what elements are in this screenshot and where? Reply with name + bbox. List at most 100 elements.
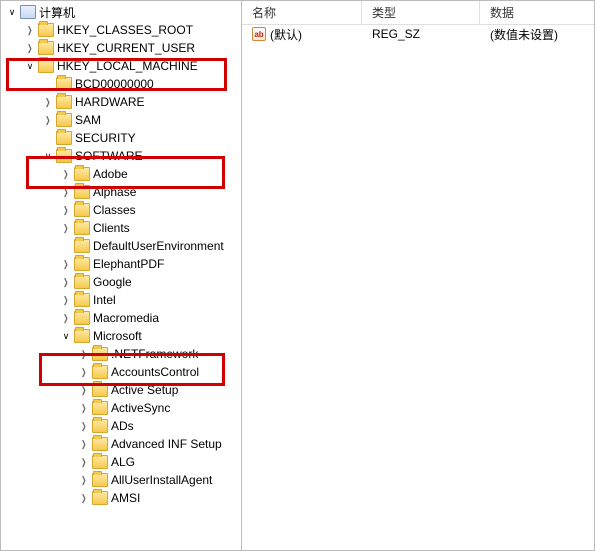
tree-label: Microsoft bbox=[93, 329, 142, 343]
folder-icon bbox=[92, 455, 108, 469]
chevron-right-icon[interactable] bbox=[77, 385, 91, 396]
header-type[interactable]: 类型 bbox=[362, 1, 480, 24]
tree-node-actsync[interactable]: ActiveSync bbox=[1, 399, 241, 417]
tree-node-alphase[interactable]: Alphase bbox=[1, 183, 241, 201]
chevron-down-icon[interactable] bbox=[23, 61, 37, 72]
tree-node-hklm[interactable]: HKEY_LOCAL_MACHINE bbox=[1, 57, 241, 75]
chevron-right-icon[interactable] bbox=[59, 295, 73, 306]
tree-label: Intel bbox=[93, 293, 116, 307]
tree-label: ADs bbox=[111, 419, 134, 433]
tree-node-acctctrl[interactable]: AccountsControl bbox=[1, 363, 241, 381]
folder-icon bbox=[92, 347, 108, 361]
folder-icon bbox=[38, 41, 54, 55]
folder-icon bbox=[56, 113, 72, 127]
chevron-right-icon[interactable] bbox=[77, 493, 91, 504]
chevron-right-icon[interactable] bbox=[59, 223, 73, 234]
chevron-right-icon[interactable] bbox=[77, 439, 91, 450]
folder-icon bbox=[74, 167, 90, 181]
tree-label: 计算机 bbox=[39, 4, 75, 21]
chevron-down-icon[interactable] bbox=[5, 7, 19, 18]
folder-icon bbox=[74, 239, 90, 253]
chevron-right-icon[interactable] bbox=[77, 457, 91, 468]
tree-node-ainf[interactable]: Advanced INF Setup bbox=[1, 435, 241, 453]
chevron-right-icon[interactable] bbox=[59, 313, 73, 324]
tree-node-classes[interactable]: Classes bbox=[1, 201, 241, 219]
folder-icon bbox=[38, 23, 54, 37]
chevron-right-icon[interactable] bbox=[59, 169, 73, 180]
tree-label: HKEY_CURRENT_USER bbox=[57, 41, 195, 55]
chevron-right-icon[interactable] bbox=[77, 367, 91, 378]
tree-label: Macromedia bbox=[93, 311, 159, 325]
tree-node-allusr[interactable]: AllUserInstallAgent bbox=[1, 471, 241, 489]
tree-label: ElephantPDF bbox=[93, 257, 164, 271]
chevron-right-icon[interactable] bbox=[59, 259, 73, 270]
folder-icon bbox=[92, 437, 108, 451]
chevron-right-icon[interactable] bbox=[77, 475, 91, 486]
tree-label: HARDWARE bbox=[75, 95, 145, 109]
chevron-right-icon[interactable] bbox=[77, 349, 91, 360]
tree-label: Active Setup bbox=[111, 383, 178, 397]
tree-node-security[interactable]: SECURITY bbox=[1, 129, 241, 147]
tree-label: ActiveSync bbox=[111, 401, 170, 415]
folder-icon bbox=[56, 95, 72, 109]
tree-label: Alphase bbox=[93, 185, 136, 199]
tree-node-elephant[interactable]: ElephantPDF bbox=[1, 255, 241, 273]
tree-node-amsi[interactable]: AMSI bbox=[1, 489, 241, 507]
tree-node-adobe[interactable]: Adobe bbox=[1, 165, 241, 183]
chevron-down-icon[interactable] bbox=[59, 331, 73, 342]
tree-node-hardware[interactable]: HARDWARE bbox=[1, 93, 241, 111]
header-name[interactable]: 名称 bbox=[242, 1, 362, 24]
folder-icon bbox=[92, 383, 108, 397]
chevron-right-icon[interactable] bbox=[77, 403, 91, 414]
chevron-right-icon[interactable] bbox=[41, 115, 55, 126]
tree-node-microsoft[interactable]: Microsoft bbox=[1, 327, 241, 345]
values-pane: 名称 类型 数据 ab (默认) REG_SZ (数值未设置) bbox=[242, 1, 594, 550]
tree-label: Advanced INF Setup bbox=[111, 437, 222, 451]
tree-node-software[interactable]: SOFTWARE bbox=[1, 147, 241, 165]
tree-label: Google bbox=[93, 275, 132, 289]
tree-node-due[interactable]: DefaultUserEnvironment bbox=[1, 237, 241, 255]
tree-label: Classes bbox=[93, 203, 136, 217]
tree-node-macromedia[interactable]: Macromedia bbox=[1, 309, 241, 327]
chevron-down-icon[interactable] bbox=[41, 151, 55, 162]
tree-node-netfw[interactable]: .NETFramework bbox=[1, 345, 241, 363]
chevron-right-icon[interactable] bbox=[59, 205, 73, 216]
value-row[interactable]: ab (默认) REG_SZ (数值未设置) bbox=[242, 25, 594, 43]
tree-node-bcd[interactable]: BCD00000000 bbox=[1, 75, 241, 93]
folder-icon bbox=[74, 221, 90, 235]
string-value-icon: ab bbox=[252, 27, 266, 41]
chevron-right-icon[interactable] bbox=[59, 187, 73, 198]
tree-node-sam[interactable]: SAM bbox=[1, 111, 241, 129]
folder-icon bbox=[92, 365, 108, 379]
chevron-right-icon[interactable] bbox=[41, 97, 55, 108]
tree-label: BCD00000000 bbox=[75, 77, 154, 91]
tree-node-google[interactable]: Google bbox=[1, 273, 241, 291]
tree-label: SAM bbox=[75, 113, 101, 127]
tree-node-hkcu[interactable]: HKEY_CURRENT_USER bbox=[1, 39, 241, 57]
folder-icon bbox=[92, 401, 108, 415]
tree-node-computer[interactable]: 计算机 bbox=[1, 3, 241, 21]
folder-icon bbox=[74, 329, 90, 343]
tree-node-alg[interactable]: ALG bbox=[1, 453, 241, 471]
tree-label: AMSI bbox=[111, 491, 140, 505]
chevron-right-icon[interactable] bbox=[59, 277, 73, 288]
chevron-right-icon[interactable] bbox=[23, 25, 37, 36]
tree-label: Clients bbox=[93, 221, 130, 235]
tree-label: AllUserInstallAgent bbox=[111, 473, 212, 487]
chevron-right-icon[interactable] bbox=[23, 43, 37, 54]
tree-label: .NETFramework bbox=[111, 347, 198, 361]
tree-label: ALG bbox=[111, 455, 135, 469]
folder-icon bbox=[74, 293, 90, 307]
registry-tree-pane[interactable]: 计算机HKEY_CLASSES_ROOT HKEY_CURRENT_USER HKE… bbox=[1, 1, 242, 550]
value-name: (默认) bbox=[270, 26, 302, 43]
folder-icon bbox=[92, 491, 108, 505]
tree-node-ads[interactable]: ADs bbox=[1, 417, 241, 435]
chevron-right-icon[interactable] bbox=[77, 421, 91, 432]
tree-node-intel[interactable]: Intel bbox=[1, 291, 241, 309]
tree-node-clients[interactable]: Clients bbox=[1, 219, 241, 237]
tree-node-actsetup[interactable]: Active Setup bbox=[1, 381, 241, 399]
values-header: 名称 类型 数据 bbox=[242, 1, 594, 25]
header-data[interactable]: 数据 bbox=[480, 1, 594, 24]
tree-label: SOFTWARE bbox=[75, 149, 143, 163]
tree-node-hkcr[interactable]: HKEY_CLASSES_ROOT bbox=[1, 21, 241, 39]
